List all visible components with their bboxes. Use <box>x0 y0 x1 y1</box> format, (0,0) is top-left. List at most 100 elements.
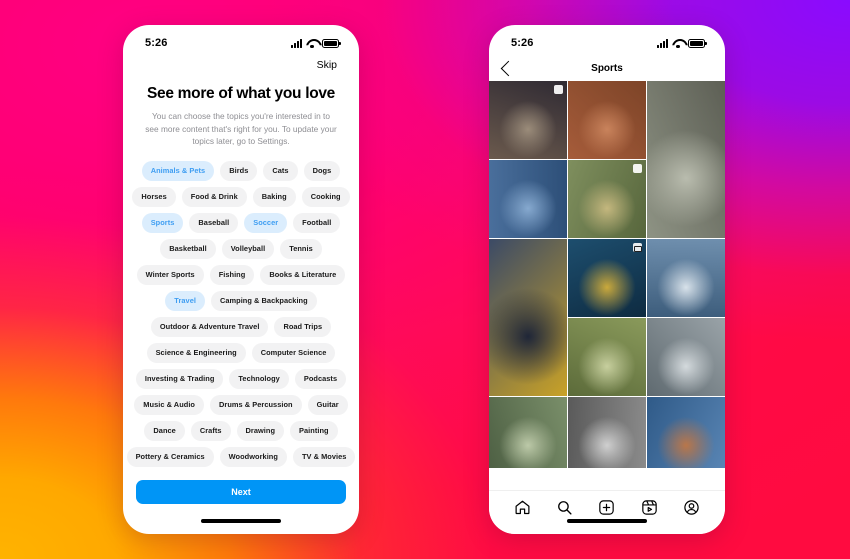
topic-chip[interactable]: Technology <box>229 368 289 389</box>
status-icons <box>657 38 707 48</box>
home-indicator-right <box>567 519 647 523</box>
topic-chip[interactable]: Dance <box>144 420 185 441</box>
topic-chip[interactable]: Food & Drink <box>181 186 247 207</box>
grid-photo[interactable] <box>568 81 646 159</box>
grid-photo[interactable] <box>647 81 725 238</box>
topic-chip[interactable]: Horses <box>132 186 176 207</box>
topic-chip[interactable]: Dogs <box>303 160 341 181</box>
photo-thumbnail <box>489 397 567 468</box>
phone-mockup-right: 5:26 Sports <box>489 25 725 534</box>
status-time: 5:26 <box>511 37 534 49</box>
topic-chip[interactable]: Basketball <box>160 238 216 259</box>
nav-title: Sports <box>591 62 623 74</box>
grid-photo[interactable] <box>647 239 725 317</box>
status-bar-right: 5:26 <box>489 25 725 55</box>
multi-photo-badge-icon <box>553 85 563 94</box>
topic-chip-row: Outdoor & Adventure Travel Road Trips <box>133 316 349 337</box>
grid-photo[interactable] <box>489 81 567 159</box>
topic-chip[interactable]: Volleyball <box>221 238 275 259</box>
wifi-icon <box>306 39 318 48</box>
topic-chip[interactable]: Science & Engineering <box>146 342 246 363</box>
add-icon[interactable] <box>598 499 615 516</box>
topic-chip[interactable]: Investing & Trading <box>135 368 224 389</box>
photo-thumbnail <box>568 397 646 468</box>
topic-chip[interactable]: Woodworking <box>219 446 287 467</box>
status-bar-left: 5:26 <box>123 25 359 55</box>
topic-chip-row: Science & Engineering Computer Science <box>133 342 349 363</box>
topic-chip-row: Music & Audio Drums & Percussion Guitar <box>133 394 349 415</box>
topic-chip[interactable]: Tennis <box>280 238 322 259</box>
topic-chip[interactable]: Books & Literature <box>260 264 346 285</box>
topic-chip[interactable]: Pottery & Ceramics <box>126 446 214 467</box>
skip-button[interactable]: Skip <box>317 59 337 71</box>
topic-chip[interactable]: TV & Movies <box>292 446 356 467</box>
reels-badge-icon <box>632 243 643 252</box>
topic-chip[interactable]: Drawing <box>236 420 285 441</box>
topic-chip[interactable]: Winter Sports <box>136 264 204 285</box>
topic-chip[interactable]: Music & Audio <box>134 394 204 415</box>
photo-thumbnail <box>647 81 725 238</box>
topic-chip-row: Dance Crafts Drawing Painting <box>133 420 349 441</box>
topic-chip[interactable]: Drums & Percussion <box>210 394 302 415</box>
grid-photo[interactable] <box>568 397 646 468</box>
grid-photo[interactable] <box>568 318 646 396</box>
topic-chip[interactable]: Cooking <box>301 186 350 207</box>
topic-chip[interactable]: Sports <box>141 212 184 233</box>
photo-thumbnail <box>568 318 646 396</box>
topic-chip[interactable]: Baseball <box>189 212 239 233</box>
topic-chip[interactable]: Travel <box>165 290 205 311</box>
topic-chip[interactable]: Crafts <box>190 420 231 441</box>
topic-chip[interactable]: Guitar <box>307 394 348 415</box>
topic-chip-row: Animals & Pets Birds Cats Dogs <box>133 160 349 181</box>
photo-grid <box>489 81 725 468</box>
home-icon[interactable] <box>514 499 531 516</box>
grid-photo[interactable] <box>489 160 567 238</box>
grid-photo[interactable] <box>647 318 725 396</box>
topic-chip-row: Basketball Volleyball Tennis <box>133 238 349 259</box>
signal-icon <box>291 38 302 48</box>
topic-chip-row: Investing & Trading Technology Podcasts <box>133 368 349 389</box>
topic-chip[interactable]: Soccer <box>244 212 288 233</box>
topic-chip[interactable]: Baking <box>252 186 296 207</box>
grid-photo[interactable] <box>489 397 567 468</box>
page-title: See more of what you love <box>146 85 336 102</box>
topic-chip[interactable]: Podcasts <box>294 368 347 389</box>
next-button-wrap: Next <box>123 480 359 504</box>
search-icon[interactable] <box>556 499 573 516</box>
topic-chip[interactable]: Computer Science <box>251 342 336 363</box>
topic-chip-row: Pottery & Ceramics Woodworking TV & Movies <box>126 446 356 467</box>
topic-chip[interactable]: Painting <box>290 420 338 441</box>
page-subtitle: You can choose the topics you're interes… <box>145 111 337 147</box>
topic-chip[interactable]: Fishing <box>209 264 255 285</box>
profile-icon[interactable] <box>683 499 700 516</box>
nav-header: Sports <box>489 55 725 81</box>
photo-thumbnail <box>647 397 725 468</box>
phone-mockup-left: 5:26 Skip See more of what you love You … <box>123 25 359 534</box>
status-icons <box>291 38 341 48</box>
grid-photo[interactable] <box>647 397 725 468</box>
photo-thumbnail <box>568 81 646 159</box>
topic-chip[interactable]: Road Trips <box>274 316 332 337</box>
grid-photo[interactable] <box>489 239 567 396</box>
topic-chip-row: Travel Camping & Backpacking <box>133 290 349 311</box>
topic-chip[interactable]: Animals & Pets <box>141 160 215 181</box>
status-time: 5:26 <box>145 37 168 49</box>
bottom-tab-bar <box>489 490 725 534</box>
topic-chip[interactable]: Camping & Backpacking <box>210 290 317 311</box>
signal-icon <box>657 38 668 48</box>
grid-photo[interactable] <box>568 239 646 317</box>
next-button[interactable]: Next <box>136 480 346 504</box>
grid-photo[interactable] <box>568 160 646 238</box>
wifi-icon <box>672 39 684 48</box>
reels-icon[interactable] <box>641 499 658 516</box>
battery-icon <box>688 38 707 48</box>
topic-chip[interactable]: Cats <box>263 160 298 181</box>
photo-thumbnail <box>647 318 725 396</box>
topic-chip[interactable]: Outdoor & Adventure Travel <box>150 316 269 337</box>
skip-row: Skip <box>123 55 359 71</box>
photo-thumbnail <box>489 239 567 396</box>
multi-photo-badge-icon <box>632 164 642 173</box>
topic-chip[interactable]: Birds <box>220 160 258 181</box>
topic-chip[interactable]: Football <box>293 212 341 233</box>
photo-thumbnail <box>647 239 725 317</box>
